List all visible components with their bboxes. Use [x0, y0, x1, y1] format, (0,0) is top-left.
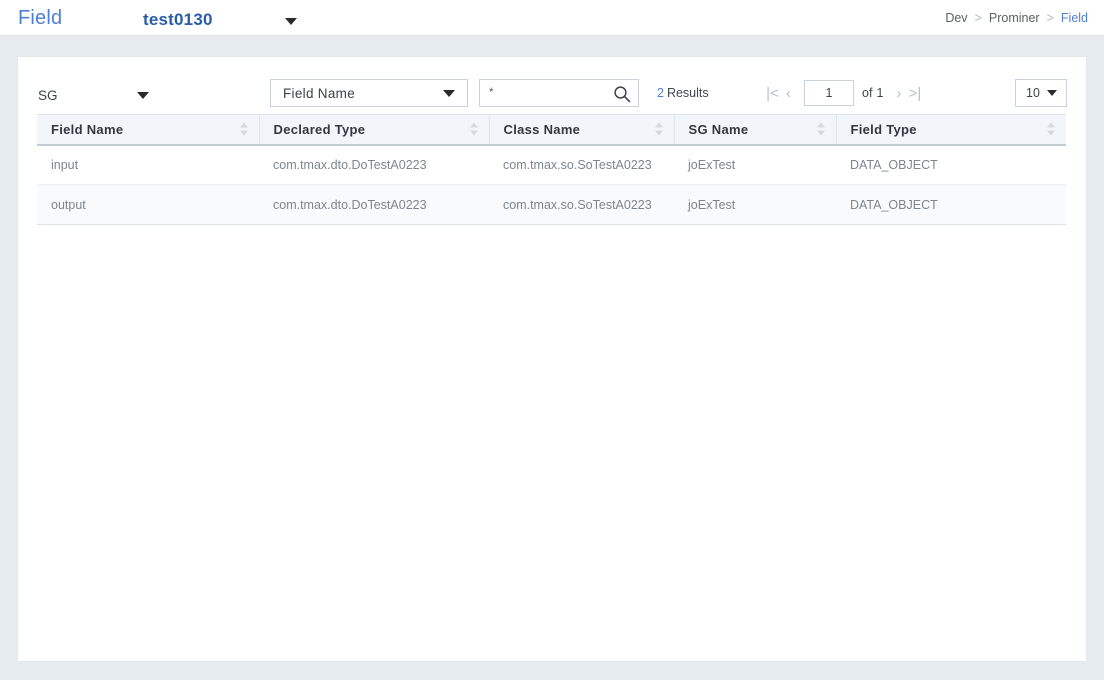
results-count-label: Results: [666, 86, 709, 100]
breadcrumb-item-field[interactable]: Field: [1061, 11, 1088, 25]
cell-field-name: output: [37, 184, 259, 225]
column-header-declared-type[interactable]: Declared Type: [259, 114, 490, 146]
column-header-field-name[interactable]: Field Name: [37, 114, 260, 146]
field-name-select-label: Field Name: [283, 85, 356, 101]
table-body: input com.tmax.dto.DoTestA0223 com.tmax.…: [37, 144, 1066, 225]
project-name: test0130: [143, 10, 213, 29]
cell-declared-type: com.tmax.dto.DoTestA0223: [259, 184, 489, 225]
column-header-label: Class Name: [503, 121, 581, 137]
cell-sg-name: joExTest: [674, 144, 836, 185]
column-header-sg-name[interactable]: SG Name: [674, 114, 837, 146]
search-icon: [614, 85, 631, 102]
cell-field-name: input: [37, 144, 259, 185]
cell-class-name: com.tmax.so.SoTestA0223: [489, 144, 674, 185]
sort-arrows-icon[interactable]: [239, 122, 249, 137]
sg-select-label: SG: [38, 87, 58, 103]
pagination: |< ‹ of1 › >|: [764, 78, 923, 108]
page-total-of-label: of: [862, 86, 873, 100]
page-size-select[interactable]: 10: [1015, 79, 1067, 107]
sort-arrows-icon[interactable]: [1047, 122, 1056, 137]
breadcrumb-item-prominer[interactable]: Prominer: [989, 11, 1040, 25]
column-header-label: Field Name: [51, 121, 124, 137]
breadcrumb-item-dev[interactable]: Dev: [945, 11, 967, 25]
cell-field-type: DATA_OBJECT: [836, 184, 1066, 225]
toolbar: SG Field Name 2Results |< ‹ of1 ›: [18, 57, 1086, 114]
table-row[interactable]: input com.tmax.dto.DoTestA0223 com.tmax.…: [37, 144, 1066, 185]
caret-down-icon: [1047, 90, 1057, 96]
column-header-label: Field Type: [850, 121, 917, 137]
breadcrumb-separator-icon: >: [974, 11, 982, 25]
last-page-button[interactable]: >|: [906, 86, 923, 101]
cell-sg-name: joExTest: [674, 184, 836, 225]
cell-field-type: DATA_OBJECT: [836, 144, 1066, 185]
caret-down-icon: [284, 17, 297, 25]
sort-arrows-icon[interactable]: [654, 122, 664, 137]
results-count-number: 2: [657, 86, 664, 100]
sort-arrows-icon[interactable]: [816, 122, 826, 137]
column-header-class-name[interactable]: Class Name: [489, 114, 675, 146]
breadcrumb: Dev > Prominer > Field: [945, 11, 1088, 25]
column-header-field-type[interactable]: Field Type: [836, 114, 1066, 146]
column-header-label: SG Name: [688, 121, 749, 137]
next-page-button[interactable]: ›: [891, 86, 906, 101]
sort-arrows-icon[interactable]: [469, 122, 479, 137]
page-total: of 1: [862, 86, 883, 100]
page-size-label: 10: [1026, 86, 1040, 100]
search-button[interactable]: [612, 83, 634, 104]
table-header-row: Field Name Declared Type Class Name SG N…: [37, 114, 1066, 146]
results-count: 2 Results: [657, 86, 709, 100]
breadcrumb-separator-icon: >: [1046, 11, 1054, 25]
cell-class-name: com.tmax.so.SoTestA0223: [489, 184, 674, 225]
page-title: Field: [18, 7, 63, 29]
cell-declared-type: com.tmax.dto.DoTestA0223: [259, 144, 489, 185]
field-table: Field Name Declared Type Class Name SG N…: [37, 114, 1066, 225]
table-row[interactable]: output com.tmax.dto.DoTestA0223 com.tmax…: [37, 184, 1066, 225]
column-header-label: Declared Type: [273, 121, 366, 137]
table-header: Field Name Declared Type Class Name SG N…: [37, 114, 1066, 146]
search-input[interactable]: [480, 80, 608, 106]
first-page-button[interactable]: |<: [764, 86, 781, 101]
sg-select[interactable]: SG: [38, 82, 178, 108]
caret-down-icon: [443, 90, 455, 97]
search-box: [479, 79, 639, 107]
page-number-input[interactable]: [804, 80, 854, 106]
app-header: Field test0130 Dev > Prominer > Field: [0, 0, 1104, 36]
project-selector[interactable]: test0130: [143, 10, 297, 30]
page-total-number: 1: [876, 86, 884, 100]
previous-page-button[interactable]: ‹: [781, 86, 796, 101]
field-name-select[interactable]: Field Name: [270, 79, 468, 107]
content-card: SG Field Name 2Results |< ‹ of1 ›: [17, 56, 1087, 662]
caret-down-icon: [137, 92, 149, 99]
